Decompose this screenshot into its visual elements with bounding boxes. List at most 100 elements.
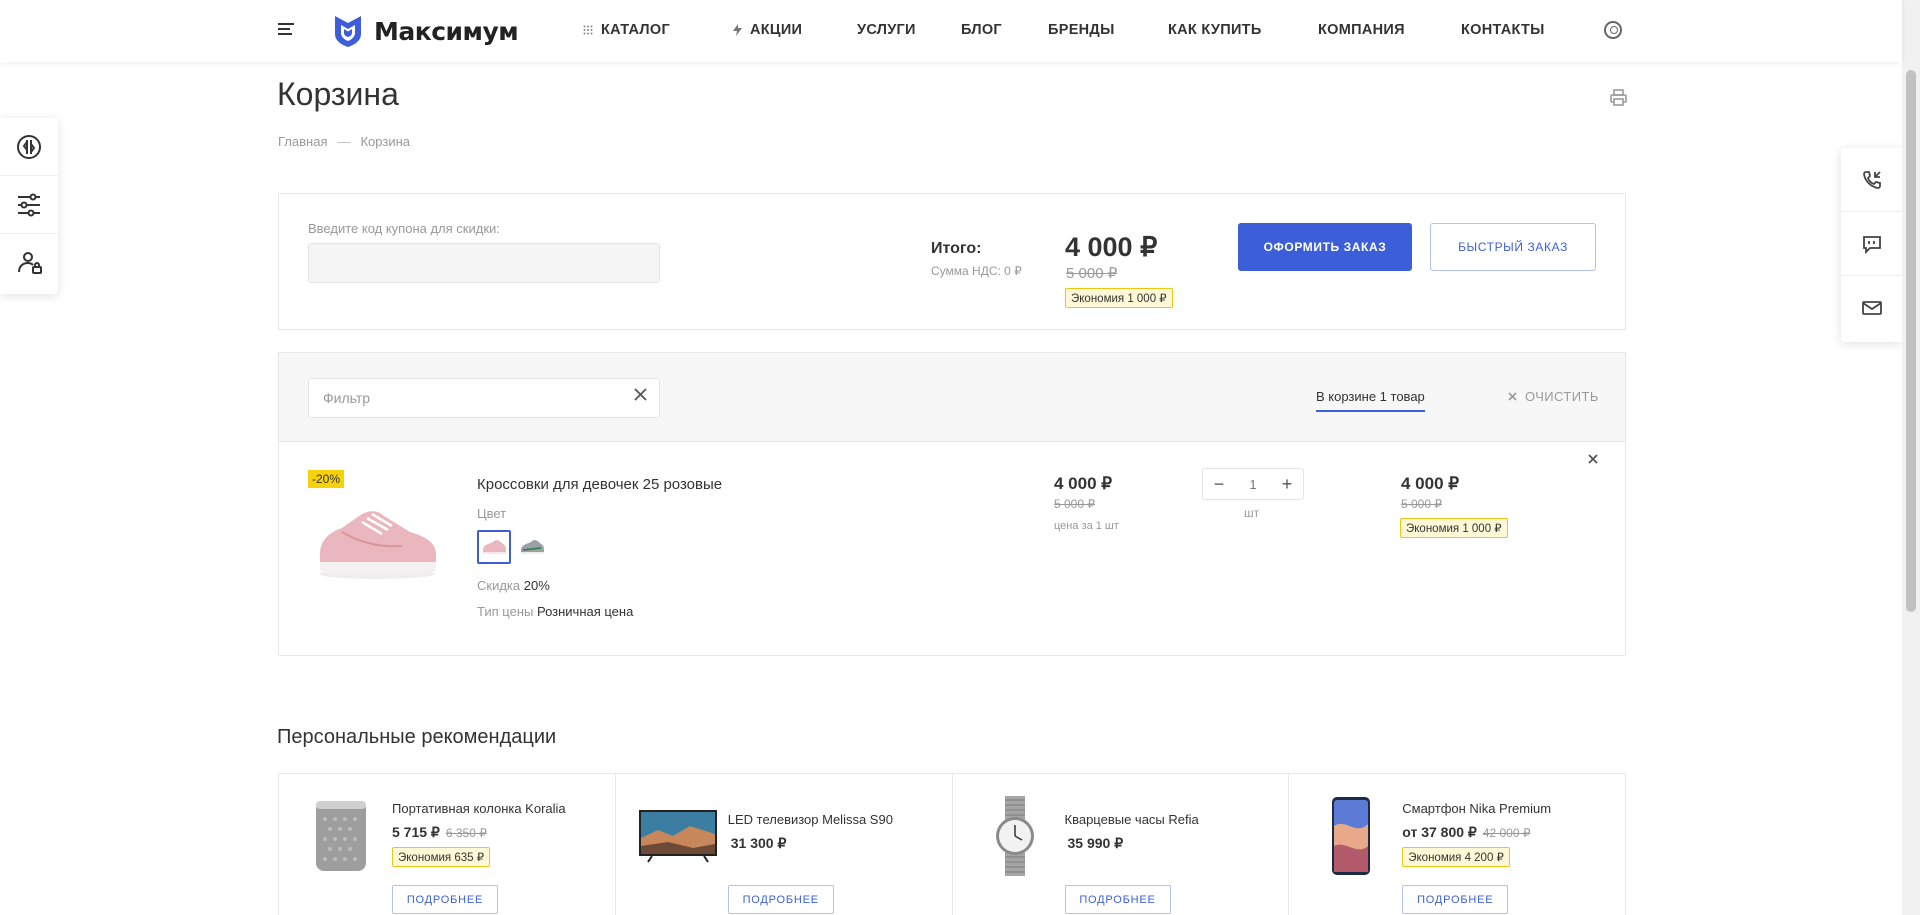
logo[interactable]: Максимум — [332, 13, 519, 49]
cart-list: Фильтр В корзине 1 товар ОЧИСТИТЬ -20% К… — [278, 352, 1626, 656]
recommendation-name[interactable]: LED телевизор Melissa S90 — [728, 812, 893, 827]
close-icon — [1508, 392, 1517, 401]
nav-contacts[interactable]: КОНТАКТЫ — [1461, 22, 1545, 38]
recommendation-price: 35 990 ₽ — [1068, 835, 1124, 852]
smartphone-image — [1332, 797, 1371, 875]
login-button[interactable] — [0, 234, 58, 292]
quick-order-button[interactable]: БЫСТРЫЙ ЗАКАЗ — [1430, 223, 1596, 271]
page-scrollbar[interactable] — [1902, 0, 1920, 915]
quantity-unit: шт — [1244, 506, 1260, 520]
details-button[interactable]: ПОДРОБНЕЕ — [727, 885, 834, 914]
price-old: 42 000 ₽ — [1482, 826, 1531, 840]
recommendation-name[interactable]: Кварцевые часы Refia — [1065, 812, 1199, 827]
print-icon[interactable] — [1610, 89, 1627, 106]
total-savings-badge: Экономия 1 000 ₽ — [1065, 288, 1173, 308]
compare-icon — [17, 134, 41, 159]
nav-brands[interactable]: БРЕНДЫ — [1048, 22, 1115, 38]
price-current: 35 990 ₽ — [1067, 835, 1124, 851]
nav-label: АКЦИИ — [750, 22, 803, 38]
product-image-speaker[interactable] — [299, 794, 383, 878]
clear-label: ОЧИСТИТЬ — [1525, 389, 1599, 404]
recommendation-card: Портативная колонка Koralia 5 715 ₽ 6 350… — [279, 774, 616, 915]
nav-label: КОМПАНИЯ — [1318, 22, 1405, 38]
breadcrumb-home[interactable]: Главная — [278, 134, 327, 149]
color-swatch-pink[interactable] — [477, 530, 511, 564]
price-current: 5 715 ₽ — [392, 824, 440, 840]
left-floating-panel — [0, 118, 58, 294]
nav-label: КАТАЛОГ — [601, 22, 670, 38]
price-current: 31 300 ₽ — [730, 835, 787, 851]
unit-price: 4 000 ₽ — [1054, 474, 1113, 493]
details-button[interactable]: ПОДРОБНЕЕ — [1402, 885, 1509, 914]
chat-button[interactable] — [1841, 212, 1902, 276]
cart-summary: Введите код купона для скидки: Итого: Су… — [278, 193, 1626, 330]
compare-button[interactable] — [0, 118, 58, 176]
color-label: Цвет — [477, 506, 507, 521]
user-icon[interactable] — [1604, 21, 1622, 39]
swatch-pink-image — [483, 540, 506, 554]
filter-button[interactable] — [0, 176, 58, 234]
callback-button[interactable] — [1841, 148, 1902, 212]
checkout-button[interactable]: ОФОРМИТЬ ЗАКАЗ — [1238, 223, 1412, 271]
nav-how-to-buy[interactable]: КАК КУПИТЬ — [1168, 22, 1262, 38]
price-type-property: Тип цены Розничная цена — [477, 604, 633, 619]
nav-services[interactable]: УСЛУГИ — [857, 22, 916, 38]
line-total-old-price: 5 000 ₽ — [1401, 497, 1442, 511]
recommendation-name[interactable]: Смартфон Nika Premium — [1402, 801, 1551, 816]
product-title[interactable]: Кроссовки для девочек 25 розовые — [477, 476, 722, 493]
details-button[interactable]: ПОДРОБНЕЕ — [1064, 885, 1171, 914]
total-price: 4 000 ₽ — [1065, 232, 1158, 262]
price-type-value: Розничная цена — [536, 604, 634, 619]
discount-badge: -20% — [308, 470, 345, 488]
mail-button[interactable] — [1841, 276, 1902, 340]
close-icon[interactable] — [634, 388, 647, 401]
total-label: Итого: — [931, 240, 982, 257]
key-icon — [18, 252, 42, 274]
coupon-label: Введите код купона для скидки: — [308, 221, 500, 236]
color-swatch-gray[interactable] — [515, 530, 549, 564]
lightning-icon — [733, 24, 742, 36]
discount-value: 20% — [523, 578, 550, 593]
nav-company[interactable]: КОМПАНИЯ — [1318, 22, 1405, 38]
savings-badge: Экономия 4 200 ₽ — [1402, 847, 1510, 867]
cart-toolbar: Фильтр В корзине 1 товар ОЧИСТИТЬ — [279, 353, 1625, 442]
unit-price-note: цена за 1 шт — [1054, 520, 1119, 532]
nav-sales[interactable]: АКЦИИ — [733, 22, 802, 38]
line-total-price: 4 000 ₽ — [1401, 474, 1460, 493]
quantity-stepper: − 1 + — [1202, 468, 1304, 500]
page-title: Корзина — [277, 76, 399, 112]
clear-cart-button[interactable]: ОЧИСТИТЬ — [1508, 389, 1599, 404]
details-button[interactable]: ПОДРОБНЕЕ — [392, 885, 498, 914]
watch-image — [995, 796, 1034, 876]
product-image-tv[interactable] — [636, 794, 720, 878]
site-header: Максимум КАТАЛОГ АКЦИИ УСЛУГИ БЛОГ БРЕНД… — [0, 0, 1902, 62]
grid-icon — [583, 25, 593, 35]
price-type-label: Тип цены — [477, 604, 534, 619]
coupon-input[interactable] — [308, 243, 660, 283]
quantity-value[interactable]: 1 — [1249, 477, 1256, 492]
tab-in-cart[interactable]: В корзине 1 товар — [1316, 389, 1425, 412]
recommendations-grid: Портативная колонка Koralia 5 715 ₽ 6 350… — [278, 773, 1626, 915]
nav-label: УСЛУГИ — [857, 22, 916, 38]
recommendation-name[interactable]: Портативная колонка Koralia — [392, 801, 566, 816]
filter-input[interactable]: Фильтр — [308, 378, 660, 418]
plus-icon[interactable]: + — [1279, 474, 1295, 495]
recommendation-price: 5 715 ₽ 6 350 ₽ — [392, 824, 487, 841]
nav-blog[interactable]: БЛОГ — [961, 22, 1002, 38]
product-image-smartphone[interactable] — [1309, 794, 1393, 878]
vat-amount: Сумма НДС: 0 ₽ — [931, 264, 1022, 278]
recommendations-title: Персональные рекомендации — [277, 726, 557, 748]
menu-icon[interactable] — [278, 23, 294, 37]
product-image-watch[interactable] — [973, 794, 1057, 878]
nav-catalog[interactable]: КАТАЛОГ — [583, 22, 670, 38]
swatch-gray-image — [521, 540, 544, 554]
product-image-sneakers[interactable] — [312, 492, 442, 582]
scrollbar-thumb[interactable] — [1906, 70, 1916, 612]
nav-label: КАК КУПИТЬ — [1168, 22, 1262, 38]
logo-text: Максимум — [374, 16, 519, 46]
logo-shield-icon — [335, 16, 361, 47]
discount-property: Скидка 20% — [477, 578, 550, 593]
minus-icon[interactable]: − — [1211, 474, 1227, 495]
breadcrumb: Главная — Корзина — [278, 134, 410, 149]
remove-item-icon[interactable] — [1588, 454, 1598, 464]
